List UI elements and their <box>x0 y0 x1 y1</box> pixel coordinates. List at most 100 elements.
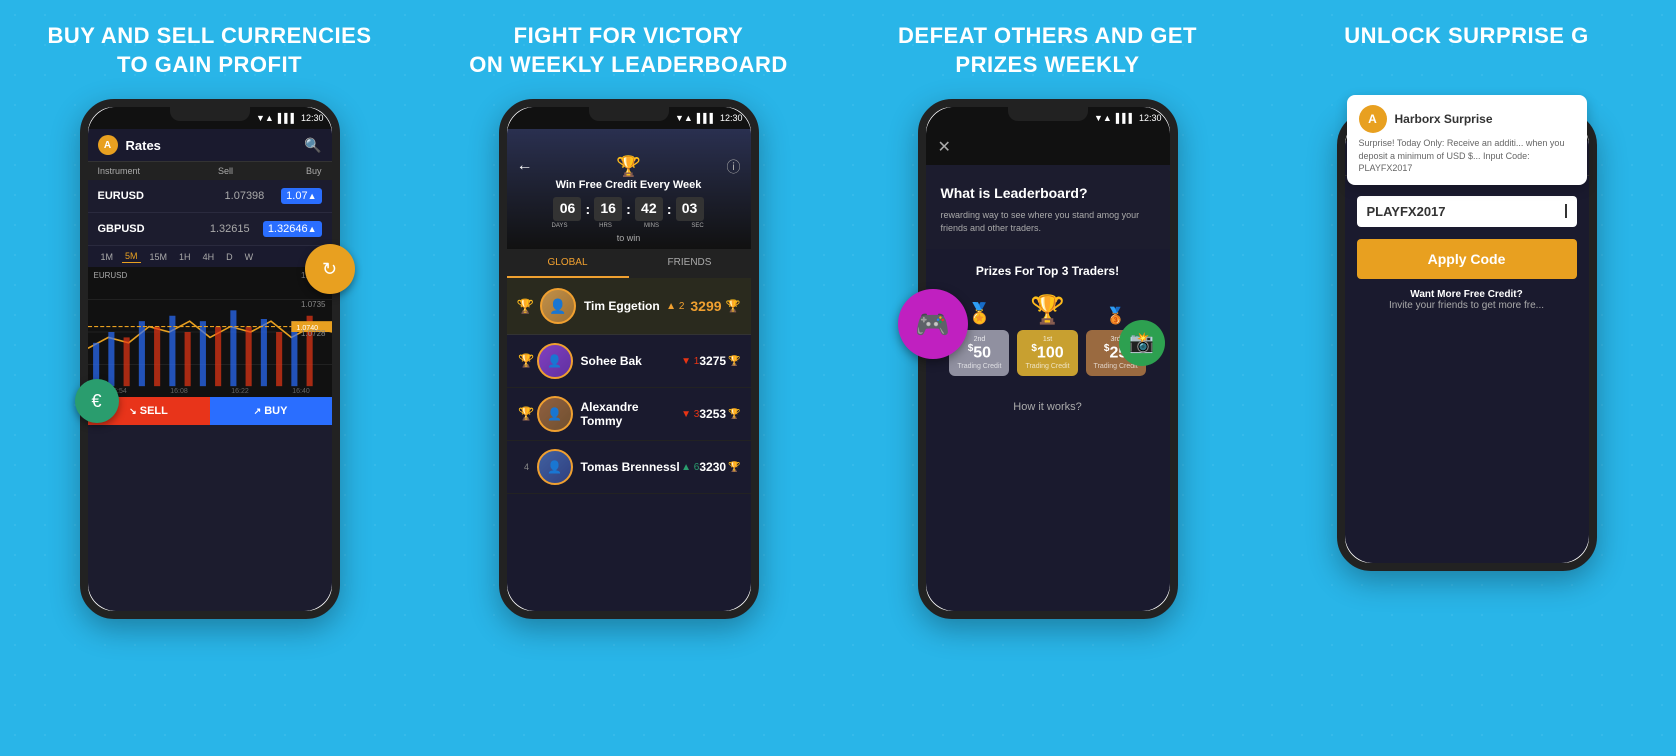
score-1: 3275 <box>699 354 726 368</box>
prize-1st-place: 1st <box>1025 336 1069 343</box>
app-logo-1: A <box>98 135 118 155</box>
lb-subtitle: Win Free Credit Every Week <box>556 179 702 191</box>
lb-tabs: GLOBAL FRIENDS <box>507 249 751 278</box>
col-sell: Sell <box>194 166 258 176</box>
euro-fab[interactable]: € <box>75 379 119 423</box>
tf-5m[interactable]: 5M <box>122 250 141 263</box>
panel-trading: BUY AND SELL CURRENCIES TO GAIN PROFIT ▼… <box>0 0 419 756</box>
panel-leaderboard: FIGHT FOR VICTORY ON WEEKLY LEADERBOARD … <box>419 0 838 756</box>
tf-w[interactable]: W <box>242 251 257 263</box>
tab-friends[interactable]: FRIENDS <box>629 249 751 278</box>
buy-gbpusd[interactable]: 1.32646▲ <box>263 221 322 237</box>
panel2-title: FIGHT FOR VICTORY ON WEEKLY LEADERBOARD <box>449 0 808 89</box>
prizes-title: Prizes For Top 3 Traders! <box>941 264 1155 278</box>
player-row-3[interactable]: 4 👤 Tomas Brennessl ▲ 6 3230 🏆 <box>507 441 751 494</box>
label-hrs: HRS <box>592 223 620 229</box>
player-row-1[interactable]: 🏆 👤 Sohee Bak ▼ 1 3275 🏆 <box>507 335 751 388</box>
featured-name: Tim Eggetion <box>584 299 666 313</box>
rate-row-gbpusd[interactable]: GBPUSD 1.32615 1.32646▲ <box>88 213 332 246</box>
lb-info-btn[interactable]: ⓘ <box>727 157 741 177</box>
rank-number-4: 4 <box>517 462 537 472</box>
lb-trophy-icon: 🏆 <box>616 154 641 179</box>
rate-row-eurusd[interactable]: EURUSD 1.07398 1.07▲ <box>88 180 332 213</box>
panel-prizes: DEFEAT OTHERS AND GETPRIZES WEEKLY 🎮 ▼▲ … <box>838 0 1257 756</box>
phone-notch-3 <box>1008 107 1088 121</box>
tf-1m[interactable]: 1M <box>98 251 117 263</box>
phone-2: ▼▲ ▌▌▌ 12:30 ← ⓘ 🏆 Win Free Credit Every… <box>499 99 759 619</box>
camera-button[interactable]: 📸 <box>1119 320 1165 366</box>
screen-promo: ▼▲ ▌▌ ← Promo Codes PLAYFX2017 Apply Cod… <box>1345 119 1589 563</box>
promo-code-input-wrap[interactable]: PLAYFX2017 <box>1357 196 1577 227</box>
free-credit-title: Want More Free Credit? <box>1410 289 1522 300</box>
label-sep3 <box>670 223 680 229</box>
timer-hrs: 16 <box>594 197 622 221</box>
panel1-title: BUY AND SELL CURRENCIES TO GAIN PROFIT <box>27 0 391 89</box>
label-sec: SEC <box>684 223 712 229</box>
tf-4h[interactable]: 4H <box>200 251 218 263</box>
tf-1h[interactable]: 1H <box>176 251 194 263</box>
timer-labels: DAYS HRS MINS SEC <box>546 223 712 229</box>
name-sohee: Sohee Bak <box>581 354 682 368</box>
label-mins: MINS <box>638 223 666 229</box>
wl-desc: rewarding way to see where you stand amo… <box>941 209 1155 234</box>
label-days: DAYS <box>546 223 574 229</box>
time-2: 12:30 <box>720 113 743 123</box>
buy-button[interactable]: ↗ BUY <box>210 397 332 425</box>
timer-sep-3: : <box>667 197 672 221</box>
instrument-gbpusd: GBPUSD <box>98 223 197 235</box>
prize-1st-box: 1st $100 Trading Credit <box>1017 330 1077 375</box>
wifi-icon-3: ▌▌▌ <box>1116 113 1135 123</box>
tf-d[interactable]: D <box>223 251 236 263</box>
rates-title: Rates <box>126 138 305 153</box>
featured-avatar: 👤 <box>540 288 576 324</box>
label-sep1 <box>578 223 588 229</box>
phone-3: ▼▲ ▌▌▌ 12:30 ✕ What is Leaderboard? rewa… <box>918 99 1178 619</box>
rank-change-2: ▼ 3 <box>681 409 699 420</box>
sell-eurusd: 1.07398 <box>208 190 281 202</box>
prize-3rd-label: Trading Credit <box>1094 363 1138 370</box>
avatar-sohee: 👤 <box>537 343 573 379</box>
notif-header: A Harborx Surprise <box>1359 105 1575 133</box>
lb-back-btn[interactable]: ← <box>517 157 533 175</box>
notification-card: A Harborx Surprise Surprise! Today Only:… <box>1347 95 1587 185</box>
search-icon[interactable]: 🔍 <box>304 137 321 154</box>
prize-1st: 🏆 1st $100 Trading Credit <box>1017 293 1077 375</box>
name-tomas: Tomas Brennessl <box>581 460 682 474</box>
player-row-2[interactable]: 🏆 👤 Alexandre Tommy ▼ 3 3253 🏆 <box>507 388 751 441</box>
featured-score: 3299 <box>690 298 721 314</box>
how-it-works[interactable]: How it works? <box>926 391 1170 423</box>
what-leaderboard: What is Leaderboard? rewarding way to se… <box>926 165 1170 249</box>
score-2: 3253 <box>699 407 726 421</box>
prize-1st-icon: 🏆 <box>1030 293 1065 326</box>
refresh-fab[interactable]: ↻ <box>305 244 355 294</box>
phone-notch-1 <box>170 107 250 121</box>
timer-days: 06 <box>553 197 581 221</box>
instrument-eurusd: EURUSD <box>98 190 208 202</box>
apply-code-button[interactable]: Apply Code <box>1357 239 1577 279</box>
invite-text: Invite your friends to get more fre... <box>1389 300 1544 311</box>
score-trophy-2: 🏆 <box>728 409 740 420</box>
time-3: 12:30 <box>1139 113 1162 123</box>
close-button[interactable]: ✕ <box>938 137 951 157</box>
free-credit-section: Want More Free Credit? Invite your frien… <box>1345 279 1589 321</box>
wl-title: What is Leaderboard? <box>941 185 1155 201</box>
name-alex: Alexandre Tommy <box>581 400 682 428</box>
prize-3rd-icon: 🥉 <box>1106 306 1126 326</box>
avatar-alex: 👤 <box>537 396 573 432</box>
featured-score-trophy: 🏆 <box>726 299 741 313</box>
lb-timer: 06 : 16 : 42 : 03 <box>553 197 703 221</box>
prize-2nd-icon: 🏅 <box>967 301 992 326</box>
phone-notch-2 <box>589 107 669 121</box>
signal-icon-2: ▼▲ <box>675 113 693 123</box>
tf-15m[interactable]: 15M <box>147 251 171 263</box>
label-sep2 <box>624 223 634 229</box>
prize-1st-amount: $100 <box>1025 343 1069 362</box>
featured-player-row[interactable]: 🏆 👤 Tim Eggetion ▲ 2 3299 🏆 <box>507 278 751 335</box>
buy-eurusd[interactable]: 1.07▲ <box>281 188 321 204</box>
timer-sep-1: : <box>585 197 590 221</box>
score-3: 3230 <box>699 460 726 474</box>
wifi-icon: ▌▌▌ <box>278 113 297 123</box>
tab-global[interactable]: GLOBAL <box>507 249 629 278</box>
chart-time-labels: 15:54 16:08 16:22 16:40 <box>88 388 332 395</box>
notif-title: Harborx Surprise <box>1395 112 1493 126</box>
